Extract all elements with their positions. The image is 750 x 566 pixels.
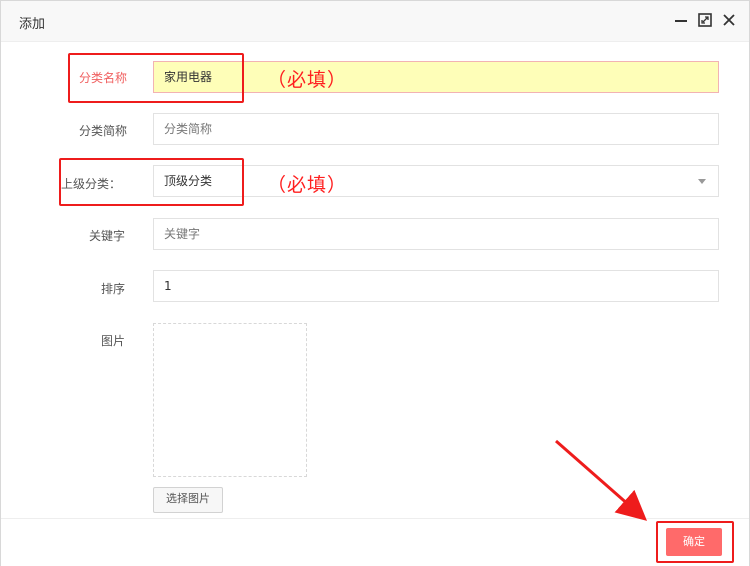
dialog-title: 添加 <box>19 17 46 32</box>
maximize-icon[interactable] <box>697 12 713 28</box>
dropdown-arrow-icon <box>698 179 706 184</box>
sort-input[interactable]: 1 <box>153 270 719 302</box>
dialog-titlebar: 添加 <box>1 1 749 42</box>
close-icon[interactable] <box>721 12 737 28</box>
keywords-input[interactable]: 关键字 <box>153 218 719 250</box>
add-dialog: 添加 分类名称 家用电器 （必填） 分类简称 分类简称 上级分类： 顶级分类 （ <box>0 0 750 566</box>
image-label: 图片 <box>100 334 125 348</box>
required-annotation-2: （必填） <box>267 174 348 196</box>
sort-label: 排序 <box>100 282 125 296</box>
dialog-footer <box>1 518 749 566</box>
category-short-label: 分类简称 <box>78 124 127 138</box>
keywords-label: 关键字 <box>88 229 125 243</box>
category-short-input[interactable]: 分类简称 <box>153 113 719 145</box>
highlight-box-parent-category <box>59 158 244 206</box>
image-preview-area[interactable] <box>153 323 307 477</box>
choose-image-button[interactable]: 选择图片 <box>153 487 223 513</box>
required-annotation-1: （必填） <box>267 69 348 91</box>
minimize-icon[interactable] <box>673 12 689 28</box>
highlight-box-category-name <box>68 53 244 103</box>
form-body: 分类名称 家用电器 （必填） 分类简称 分类简称 上级分类： 顶级分类 （必填）… <box>1 42 749 518</box>
highlight-box-confirm <box>656 521 734 563</box>
